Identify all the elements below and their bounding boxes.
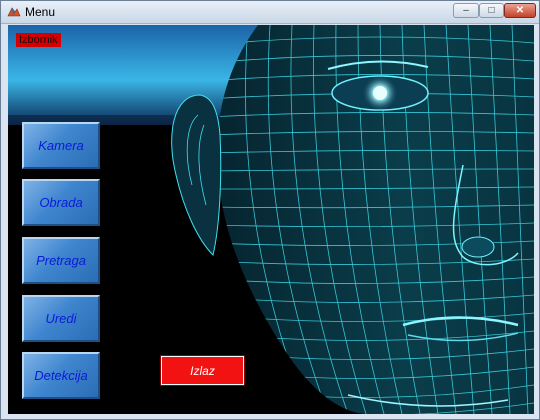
exit-button[interactable]: Izlaz [160, 355, 245, 386]
close-button[interactable]: ✕ [504, 3, 536, 18]
maximize-icon: □ [488, 5, 495, 16]
figure-canvas: Izbornik Kamera Obrada Pretraga Uredi De… [8, 25, 534, 414]
close-icon: ✕ [515, 5, 525, 16]
minimize-button[interactable]: – [453, 3, 479, 18]
uredi-button[interactable]: Uredi [22, 295, 100, 342]
obrada-button[interactable]: Obrada [22, 179, 100, 226]
pretraga-button[interactable]: Pretraga [22, 237, 100, 284]
detekcija-button[interactable]: Detekcija [22, 352, 100, 399]
menu-label: Izbornik [16, 33, 61, 47]
matlab-figure-icon [7, 7, 21, 17]
window-title: Menu [25, 5, 56, 19]
minimize-icon: – [463, 5, 469, 16]
title-bar[interactable]: Menu – □ ✕ [1, 1, 539, 24]
maximize-button[interactable]: □ [479, 3, 504, 18]
kamera-button[interactable]: Kamera [22, 122, 100, 169]
app-window: Menu – □ ✕ Izbornik Kamera Obrada Pretra… [0, 0, 540, 420]
